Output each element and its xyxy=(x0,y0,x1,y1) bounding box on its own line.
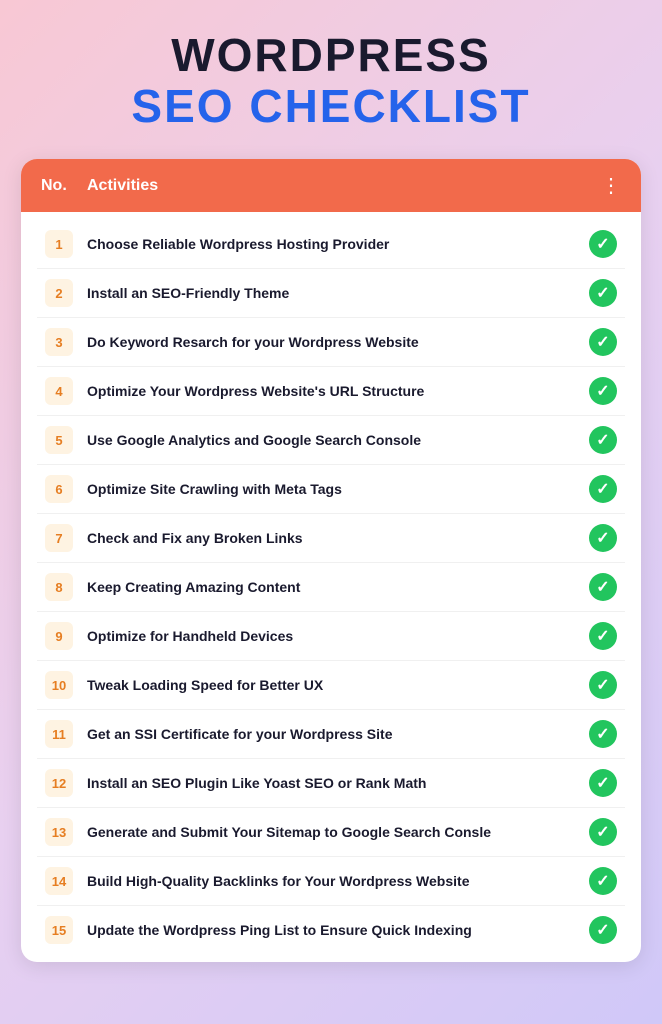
check-icon xyxy=(589,230,617,258)
row-number: 14 xyxy=(45,867,73,895)
table-row: 2 Install an SEO-Friendly Theme xyxy=(37,269,625,318)
row-text: Tweak Loading Speed for Better UX xyxy=(87,676,575,694)
row-number: 15 xyxy=(45,916,73,944)
header-activities-label: Activities xyxy=(87,177,585,195)
title-line2: SEO CHECKLIST xyxy=(21,81,641,132)
table-row: 11 Get an SSI Certificate for your Wordpr… xyxy=(37,710,625,759)
main-container: WORDPRESS SEO CHECKLIST No. Activities ⋮… xyxy=(21,30,641,962)
check-icon xyxy=(589,279,617,307)
row-number: 1 xyxy=(45,230,73,258)
row-text: Install an SEO Plugin Like Yoast SEO or … xyxy=(87,774,575,792)
row-text: Optimize Site Crawling with Meta Tags xyxy=(87,480,575,498)
check-icon xyxy=(589,818,617,846)
row-number: 10 xyxy=(45,671,73,699)
check-icon xyxy=(589,769,617,797)
table-row: 3 Do Keyword Resarch for your Wordpress W… xyxy=(37,318,625,367)
row-text: Use Google Analytics and Google Search C… xyxy=(87,431,575,449)
row-text: Keep Creating Amazing Content xyxy=(87,578,575,596)
row-number: 4 xyxy=(45,377,73,405)
row-number: 13 xyxy=(45,818,73,846)
row-number: 2 xyxy=(45,279,73,307)
row-text: Build High-Quality Backlinks for Your Wo… xyxy=(87,872,575,890)
check-icon xyxy=(589,377,617,405)
table-row: 7 Check and Fix any Broken Links xyxy=(37,514,625,563)
header-no-label: No. xyxy=(41,177,71,195)
header-menu-icon[interactable]: ⋮ xyxy=(601,173,621,198)
row-number: 8 xyxy=(45,573,73,601)
check-icon xyxy=(589,671,617,699)
title-section: WORDPRESS SEO CHECKLIST xyxy=(21,30,641,131)
check-icon xyxy=(589,426,617,454)
check-icon xyxy=(589,916,617,944)
row-text: Generate and Submit Your Sitemap to Goog… xyxy=(87,823,575,841)
table-row: 1 Choose Reliable Wordpress Hosting Provi… xyxy=(37,220,625,269)
table-row: 9 Optimize for Handheld Devices xyxy=(37,612,625,661)
check-icon xyxy=(589,867,617,895)
table-body: 1 Choose Reliable Wordpress Hosting Provi… xyxy=(21,212,641,962)
row-text: Update the Wordpress Ping List to Ensure… xyxy=(87,921,575,939)
table-row: 15 Update the Wordpress Ping List to Ensu… xyxy=(37,906,625,954)
row-number: 12 xyxy=(45,769,73,797)
table-row: 8 Keep Creating Amazing Content xyxy=(37,563,625,612)
check-icon xyxy=(589,720,617,748)
table-row: 10 Tweak Loading Speed for Better UX xyxy=(37,661,625,710)
title-line1: WORDPRESS xyxy=(21,30,641,81)
row-text: Optimize for Handheld Devices xyxy=(87,627,575,645)
table-row: 12 Install an SEO Plugin Like Yoast SEO o… xyxy=(37,759,625,808)
row-number: 9 xyxy=(45,622,73,650)
check-icon xyxy=(589,622,617,650)
row-number: 5 xyxy=(45,426,73,454)
row-text: Choose Reliable Wordpress Hosting Provid… xyxy=(87,235,575,253)
row-number: 11 xyxy=(45,720,73,748)
row-text: Get an SSI Certificate for your Wordpres… xyxy=(87,725,575,743)
table-row: 5 Use Google Analytics and Google Search … xyxy=(37,416,625,465)
row-number: 3 xyxy=(45,328,73,356)
row-text: Do Keyword Resarch for your Wordpress We… xyxy=(87,333,575,351)
row-text: Optimize Your Wordpress Website's URL St… xyxy=(87,382,575,400)
check-icon xyxy=(589,573,617,601)
check-icon xyxy=(589,524,617,552)
check-icon xyxy=(589,328,617,356)
table-row: 6 Optimize Site Crawling with Meta Tags xyxy=(37,465,625,514)
row-text: Install an SEO-Friendly Theme xyxy=(87,284,575,302)
checklist-card: No. Activities ⋮ 1 Choose Reliable Wordpr… xyxy=(21,159,641,962)
row-number: 6 xyxy=(45,475,73,503)
table-row: 13 Generate and Submit Your Sitemap to Go… xyxy=(37,808,625,857)
row-number: 7 xyxy=(45,524,73,552)
check-icon xyxy=(589,475,617,503)
table-row: 14 Build High-Quality Backlinks for Your … xyxy=(37,857,625,906)
row-text: Check and Fix any Broken Links xyxy=(87,529,575,547)
table-header: No. Activities ⋮ xyxy=(21,159,641,212)
table-row: 4 Optimize Your Wordpress Website's URL S… xyxy=(37,367,625,416)
